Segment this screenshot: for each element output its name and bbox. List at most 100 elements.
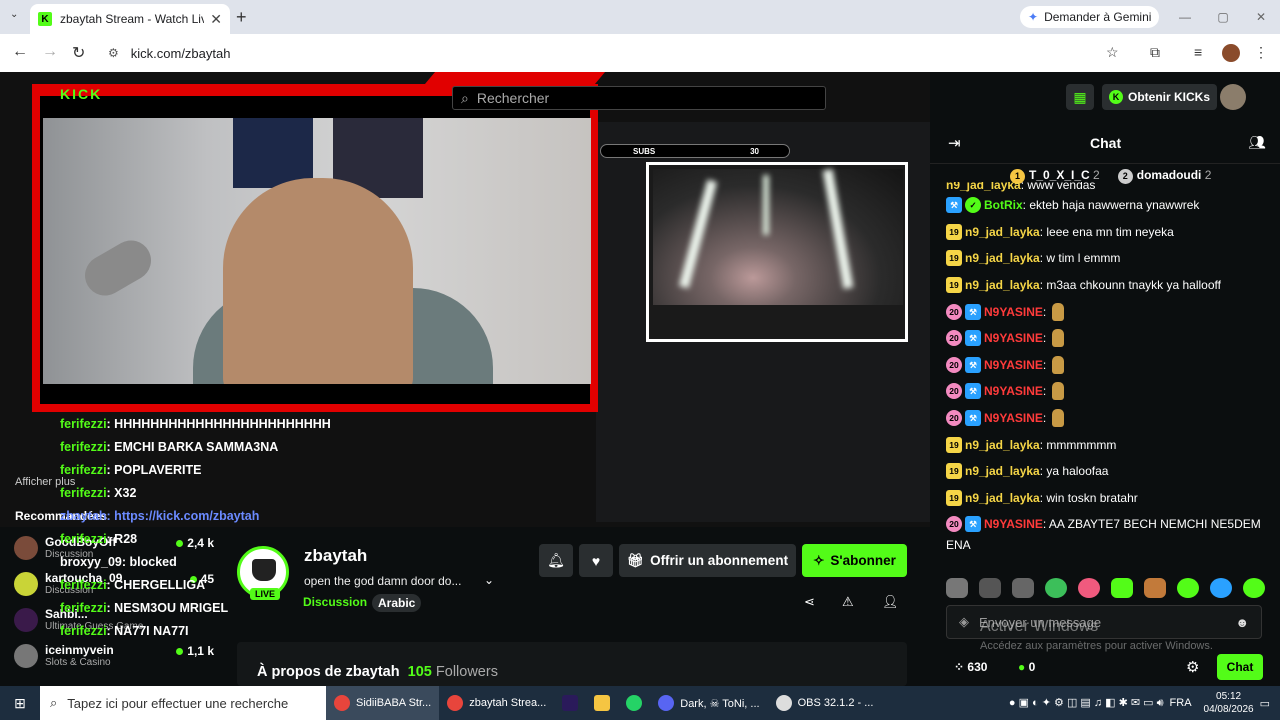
chat-text: : ya haloofaa xyxy=(1039,464,1109,479)
chat-username[interactable]: n9_jad_layka xyxy=(946,182,1021,192)
report-icon[interactable]: ⚠ xyxy=(842,594,854,610)
gemini-label: Demander à Gemini xyxy=(1044,10,1152,24)
emote-icon[interactable] xyxy=(1210,578,1232,598)
skull-emote-icon xyxy=(1052,355,1065,374)
add-user-icon[interactable]: 👤︎ xyxy=(882,594,899,610)
moderator-badge-icon: ⚒ xyxy=(946,197,962,214)
taskbar-search-input[interactable]: ⌕ Tapez ici pour effectuer une recherche xyxy=(40,686,326,720)
follow-button[interactable]: ♥ xyxy=(579,544,613,577)
get-kicks-button[interactable]: K Obtenir KICKs xyxy=(1102,84,1218,110)
channel-points[interactable]: ⁘ 630 xyxy=(954,660,987,674)
user-avatar[interactable] xyxy=(1220,84,1246,110)
emote-icon[interactable] xyxy=(1045,578,1067,598)
browser-tab-active[interactable]: K zbaytah Stream - Watch Live o ✕ xyxy=(30,4,230,34)
sub-badge-icon: 19 xyxy=(946,277,962,294)
emoji-picker-icon[interactable]: ☻ xyxy=(1235,615,1249,630)
close-window-icon[interactable]: ✕ xyxy=(1242,0,1280,34)
emote-icon[interactable] xyxy=(1243,578,1265,598)
emote-icon[interactable] xyxy=(979,578,1001,598)
emote-icon[interactable] xyxy=(1144,578,1166,598)
maximize-icon[interactable]: ▢ xyxy=(1204,0,1242,34)
chat-users-icon[interactable]: 👥︎ xyxy=(1248,134,1266,151)
back-icon[interactable]: ← xyxy=(12,43,28,61)
gift-sub-button[interactable]: 🎁︎ Offrir un abonnement xyxy=(619,544,796,577)
stream-category-link[interactable]: Discussion xyxy=(303,595,367,609)
chat-username[interactable]: n9_jad_layka xyxy=(965,278,1040,292)
chat-username[interactable]: n9_jad_layka xyxy=(965,225,1040,239)
chat-message: 20 ⚒ N9YASINE: xyxy=(946,298,1266,325)
chat-username[interactable]: n9_jad_layka xyxy=(965,251,1040,265)
chat-username[interactable]: n9_jad_layka xyxy=(965,464,1040,478)
kick-logo[interactable]: KICK xyxy=(60,86,102,102)
gemini-button[interactable]: ✦ Demander à Gemini xyxy=(1020,6,1160,28)
reading-list-icon[interactable]: ≡ xyxy=(1194,44,1202,60)
chat-settings-icon[interactable]: ⚙ xyxy=(1186,658,1199,676)
subscribe-button[interactable]: ✧ S'abonner xyxy=(802,544,907,577)
tab-search-icon[interactable]: ⌄ xyxy=(10,9,18,20)
send-chat-button[interactable]: Chat xyxy=(1217,654,1263,680)
chat-username[interactable]: N9YASINE xyxy=(984,331,1043,345)
emote-icon[interactable] xyxy=(1177,578,1199,598)
stream-tag[interactable]: Arabic xyxy=(372,594,422,612)
subs-label: SUBS xyxy=(633,146,656,156)
emote-icon[interactable] xyxy=(1078,578,1100,598)
taskbar-app-obs[interactable]: OBS 32.1.2 - ... xyxy=(768,686,882,720)
minimize-icon[interactable]: — xyxy=(1166,0,1204,34)
chat-text: : xyxy=(1042,411,1047,426)
reload-icon[interactable]: ↻ xyxy=(72,43,85,63)
input-language[interactable]: FRA xyxy=(1170,697,1192,709)
channel-avatar xyxy=(14,536,38,560)
forward-icon[interactable]: → xyxy=(42,43,58,61)
stream-info: LIVE zbaytah open the god damn door do..… xyxy=(230,532,930,686)
chat-username[interactable]: n9_jad_layka xyxy=(965,491,1040,505)
system-clock[interactable]: 05:12 04/08/2026 xyxy=(1204,690,1254,716)
chat-username[interactable]: n9_jad_layka xyxy=(965,438,1040,452)
emote-icon[interactable] xyxy=(1012,578,1034,598)
search-icon: ⌕ xyxy=(461,89,469,106)
taskbar-app-discord[interactable]: Dark, ☠ ToNi, ... xyxy=(650,686,767,720)
search-input[interactable]: ⌕ Rechercher xyxy=(452,86,826,110)
windows-start-icon[interactable]: ⊞ xyxy=(0,686,40,720)
taskbar-app-premiere[interactable] xyxy=(554,686,586,720)
browser-profile-avatar[interactable] xyxy=(1222,44,1240,62)
notification-bell-button[interactable]: 🔔︎ xyxy=(539,544,573,577)
chat-username[interactable]: N9YASINE xyxy=(984,384,1043,398)
taskbar-app-chrome-sidiibaba[interactable]: SidiiBABA Str... xyxy=(326,686,440,720)
extensions-icon[interactable]: ⧉ xyxy=(1150,44,1160,61)
chat-username[interactable]: N9YASINE xyxy=(984,411,1043,425)
chat-username[interactable]: N9YASINE xyxy=(984,305,1043,319)
url-field[interactable]: ⚙ kick.com/zbaytah xyxy=(100,39,1140,67)
emote-icon[interactable] xyxy=(1111,578,1133,598)
close-tab-icon[interactable]: ✕ xyxy=(210,11,222,28)
chat-username[interactable]: N9YASINE xyxy=(984,517,1043,531)
chat-message: 20 ⚒ N9YASINE: AA ZBAYTE7 BECH NEMCHI NE5D… xyxy=(946,511,1266,538)
notifications-icon[interactable]: ▭ xyxy=(1260,697,1270,710)
channel-category: Slots & Casino xyxy=(45,657,111,668)
chat-username[interactable]: BotRix xyxy=(984,198,1023,212)
kick-wallet-icon[interactable]: ▦ xyxy=(1066,84,1094,110)
taskbar-app-explorer[interactable] xyxy=(586,686,618,720)
whatsapp-icon xyxy=(626,695,643,711)
chat-text: : ekteb haja nawwerna ynawwrek xyxy=(1022,198,1200,213)
chat-message: 19 n9_jad_layka: leee ena mn tim neyeka xyxy=(946,219,1266,246)
browser-menu-icon[interactable]: ⋮ xyxy=(1254,44,1268,61)
bookmark-star-icon[interactable]: ☆ xyxy=(1106,44,1119,61)
site-info-icon[interactable]: ⚙ xyxy=(108,46,119,60)
chat-message: n9_jad_layka: www vendas xyxy=(946,182,1266,192)
browser-tab-strip: ⌄ K zbaytah Stream - Watch Live o ✕ + ✦ … xyxy=(0,0,1280,34)
collapse-chat-icon[interactable]: ⇥ xyxy=(948,134,961,152)
tray-icons[interactable]: ● ▣ ◐ ✦ ⚙ ◫ ▤ ♫ ◧ ✱ ✉ ▭ 🔊︎ xyxy=(1009,696,1164,710)
new-tab-icon[interactable]: + xyxy=(236,7,247,28)
windows-taskbar: ⊞ ⌕ Tapez ici pour effectuer une recherc… xyxy=(0,686,1280,720)
kicks-balance[interactable]: ● 0 xyxy=(1018,660,1035,674)
emote-icon[interactable] xyxy=(946,578,968,598)
streamer-name[interactable]: zbaytah xyxy=(304,546,367,566)
chat-username[interactable]: N9YASINE xyxy=(984,358,1043,372)
chevron-down-icon[interactable]: ⌄ xyxy=(484,573,494,587)
taskbar-app-whatsapp[interactable] xyxy=(618,686,650,720)
taskbar-app-chrome-zbaytah[interactable]: zbaytah Strea... xyxy=(439,686,554,720)
windows-activation-subtitle: Accédez aux paramètres pour activer Wind… xyxy=(980,640,1213,652)
secondary-webcam xyxy=(646,162,908,342)
share-icon[interactable]: ⋖ xyxy=(804,594,815,610)
chat-message: ⚒ ✓ BotRix: ekteb haja nawwerna ynawwrek xyxy=(946,192,1266,219)
